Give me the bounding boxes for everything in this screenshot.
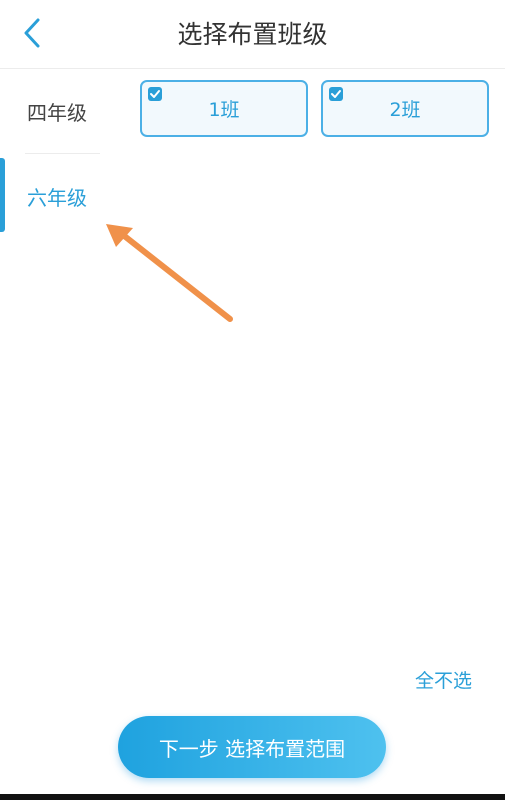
- sidebar-item-label: 六年级: [27, 185, 87, 210]
- grade-sidebar: 四年级 六年级: [0, 69, 105, 269]
- active-indicator: [0, 158, 5, 232]
- sidebar-item-grade-4[interactable]: 四年级: [0, 69, 105, 153]
- page-title: 选择布置班级: [177, 20, 328, 49]
- top-bar: 选择布置班级: [0, 0, 505, 69]
- deselect-all-button[interactable]: 全不选: [415, 666, 472, 693]
- class-option-label: 1班: [208, 99, 240, 121]
- class-option-label: 2班: [389, 99, 421, 121]
- screen-bottom-edge: [0, 794, 505, 800]
- next-step-button[interactable]: 下一步 选择布置范围: [118, 716, 386, 778]
- sidebar-item-grade-6[interactable]: 六年级: [0, 154, 105, 238]
- class-option-2[interactable]: 2班: [321, 80, 489, 137]
- sidebar-item-label: 四年级: [27, 100, 87, 125]
- class-option-1[interactable]: 1班: [140, 80, 308, 137]
- annotation-arrow-icon: [106, 224, 233, 322]
